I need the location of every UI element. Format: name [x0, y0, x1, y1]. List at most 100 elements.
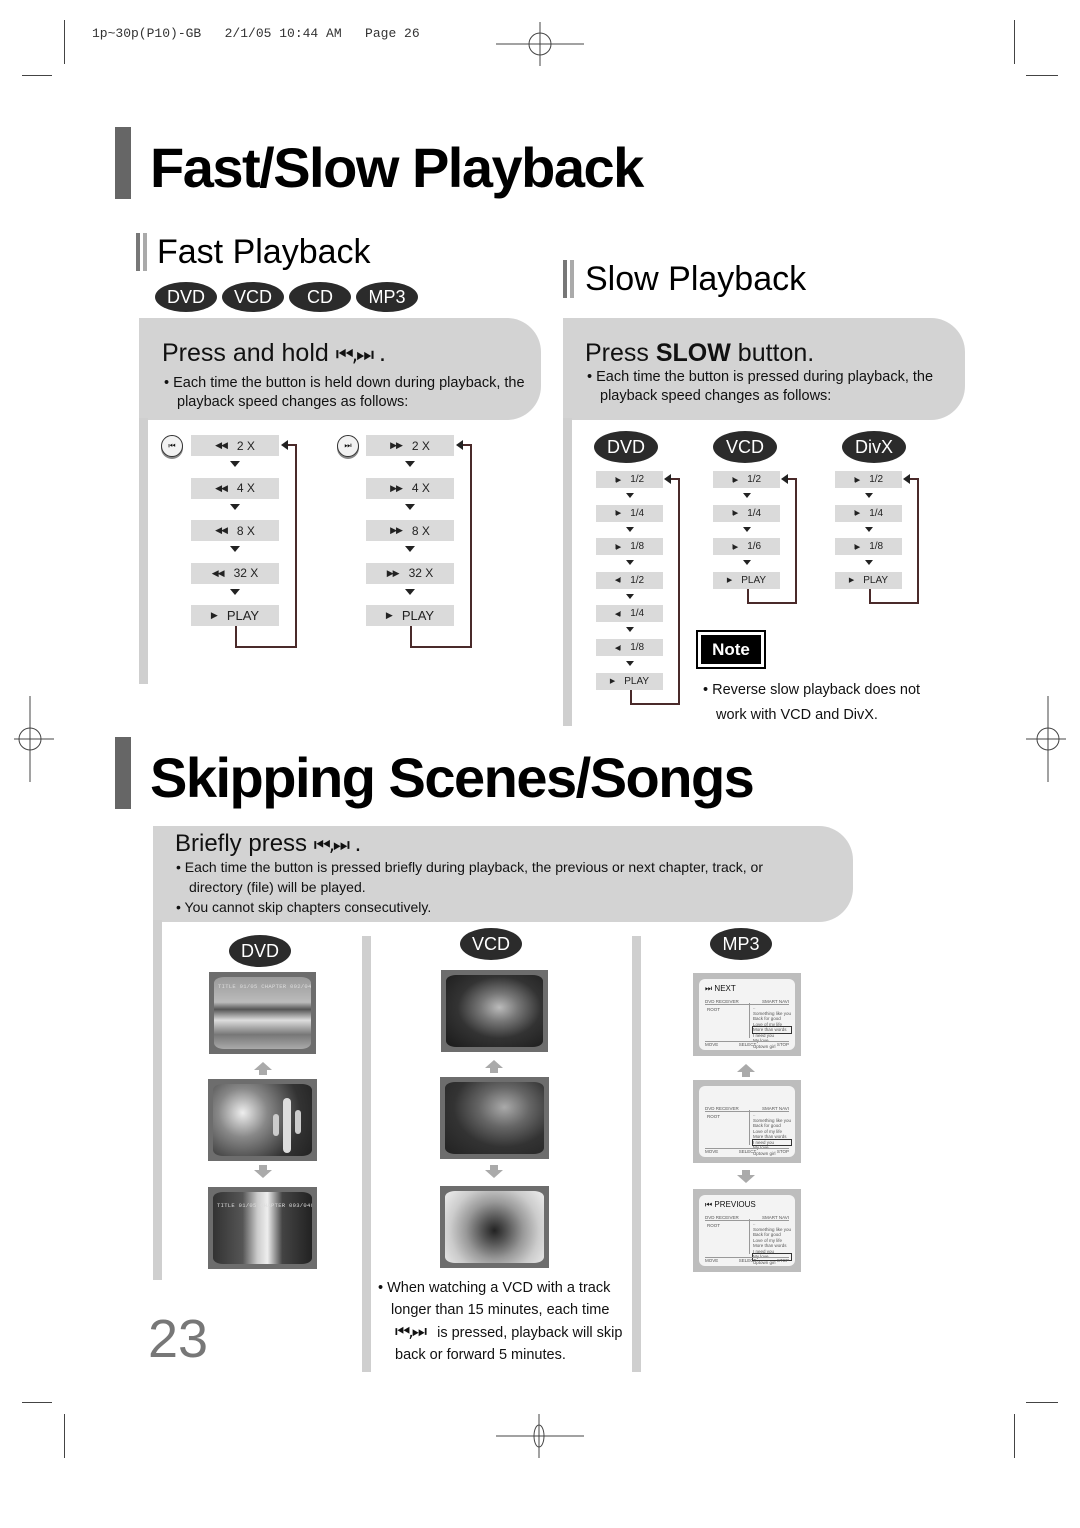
down-arrow-icon — [737, 1175, 755, 1183]
loop-line — [868, 601, 919, 604]
loop-line — [470, 444, 472, 648]
loop-line — [235, 646, 297, 648]
crop-mark — [22, 1402, 52, 1403]
down-arrow-icon — [230, 461, 240, 467]
arrow-stem — [259, 1070, 267, 1075]
slow-label: 1/8 — [630, 541, 645, 553]
loop-arrow-icon — [281, 440, 288, 450]
slow-step: I▶ 1/4 — [835, 504, 902, 522]
slow-label: 1/2 — [869, 474, 884, 485]
badge-divx: DivX — [842, 431, 906, 463]
speed-label: 2 X — [411, 438, 430, 453]
slow-glyph-icon: I▶ — [614, 476, 621, 484]
column-divider — [632, 936, 641, 1372]
loop-line — [410, 646, 472, 648]
crop-mark — [64, 20, 65, 64]
slow-label: 1/2 — [630, 574, 645, 586]
slow-step: I▶ 1/8 — [596, 538, 663, 556]
vcd-screen-chipmunk — [441, 970, 548, 1052]
mp3-track: More than words — [753, 1134, 787, 1139]
title-bar — [115, 737, 131, 809]
badge-cd: CD — [289, 282, 351, 312]
slow-playback-title: Slow Playback — [585, 260, 807, 298]
speed-step: ◀◀ 2 X — [191, 435, 279, 456]
mp3-screen-footer: MOVE SELECT STOP — [705, 1257, 789, 1263]
speed-glyph-icon: ▶ — [385, 610, 393, 620]
slow-panel-rail — [563, 418, 572, 726]
slow-step: I▶ 1/8 — [835, 538, 902, 556]
speed-step: ◀◀ 8 X — [191, 520, 279, 541]
crop-mark — [1014, 1414, 1015, 1458]
slow-label: 1/4 — [630, 507, 645, 519]
slow-label: 1/8 — [630, 642, 645, 653]
mp3-screen-inner: ⏮ PREVIOUS DVD RECEIVER SMART NAVI ROOT.. So… — [699, 1195, 795, 1266]
dvd-screen-cactus — [208, 1079, 317, 1161]
down-arrow-icon — [742, 560, 751, 566]
mp3-screen-footer: MOVE SELECT STOP — [705, 1041, 789, 1047]
slow-label: 1/8 — [869, 541, 884, 553]
mp3-footer-item: STOP — [776, 1042, 789, 1047]
mp3-bar-left: DVD RECEIVER — [705, 1215, 739, 1220]
loop-arrow-icon — [781, 474, 788, 484]
slow-glyph-icon: ◀I — [614, 577, 621, 585]
badge-vcd: VCD — [222, 282, 284, 312]
mp3-screen-inner: ⏭ NEXT DVD RECEIVER SMART NAVI ROOT.. Someth… — [699, 979, 795, 1050]
slow-label: 1/6 — [747, 541, 762, 553]
badge-mp3: MP3 — [356, 282, 418, 312]
loop-line — [746, 588, 749, 602]
down-arrow-icon — [405, 588, 415, 595]
slow-step: ▶ PLAY — [835, 571, 902, 589]
down-arrow-icon — [625, 526, 634, 532]
mp3-bar-right: SMART NAVI — [761, 1106, 789, 1111]
fast-instruction: Press and hold ⏮,⏭ . — [162, 339, 386, 367]
speed-label: PLAY — [401, 608, 435, 623]
mp3-footer-item: MOVE — [705, 1149, 719, 1154]
loop-line — [235, 626, 237, 648]
down-arrow-icon — [742, 493, 751, 498]
up-arrow-icon — [485, 1060, 503, 1068]
crop-mark — [1026, 1402, 1058, 1403]
down-arrow-icon — [405, 546, 415, 552]
speed-label: 32 X — [408, 566, 434, 580]
speed-glyph-icon: ▶▶ — [386, 567, 400, 578]
arrow-stem — [490, 1165, 498, 1170]
speed-label: 2 X — [236, 438, 255, 453]
loop-line — [629, 702, 680, 705]
loop-line — [295, 444, 297, 648]
mp3-screen-header: ⏮ PREVIOUS — [705, 1200, 756, 1209]
page-title: Fast/Slow Playback — [150, 136, 644, 199]
slow-step: I▶ 1/4 — [596, 504, 663, 522]
slow-instruction: Press SLOW button. — [585, 339, 815, 367]
subtitle-bars — [563, 260, 575, 298]
slow-label: PLAY — [624, 675, 650, 687]
loop-line — [678, 478, 680, 705]
title-bar — [115, 127, 131, 199]
down-arrow-icon — [230, 503, 240, 510]
down-arrow-icon — [625, 560, 634, 566]
loop-line — [795, 478, 797, 604]
mp3-root-folder: ROOT — [707, 1007, 720, 1012]
mp3-bar-left: DVD RECEIVER — [705, 1106, 739, 1111]
fast-playback-title: Fast Playback — [157, 233, 371, 271]
skip-buttons-icon: ⏮,⏭ — [313, 834, 350, 856]
slow-step: I▶ 1/6 — [713, 538, 780, 556]
slow-glyph-icon: ▶ — [726, 577, 732, 585]
mp3-screen-inner: DVD RECEIVER SMART NAVI ROOT.. Something li… — [699, 1086, 795, 1157]
mp3-navigator-screen: DVD RECEIVER SMART NAVI ROOT.. Something li… — [693, 1080, 801, 1163]
slow-bullet: • Each time the button is pressed during… — [587, 369, 934, 404]
down-arrow-icon — [864, 526, 873, 532]
speed-label: PLAY — [226, 608, 260, 623]
mp3-root-folder: ROOT — [707, 1114, 720, 1119]
slow-step: I▶ 1/2 — [596, 471, 663, 488]
speed-step: ▶▶ 32 X — [366, 562, 454, 584]
mp3-divider — [749, 1110, 750, 1145]
crop-mark — [64, 1414, 65, 1458]
down-arrow-icon — [625, 661, 634, 666]
mp3-bar-right: SMART NAVI — [761, 1215, 789, 1220]
speed-step: ▶ PLAY — [366, 605, 454, 626]
mp3-divider — [749, 1003, 750, 1038]
speed-step: ▶▶ 4 X — [366, 477, 454, 499]
badge-vcd: VCD — [713, 431, 777, 463]
subtitle-bars — [136, 233, 148, 271]
skip-bullets: • Each time the button is pressed briefl… — [176, 859, 763, 915]
